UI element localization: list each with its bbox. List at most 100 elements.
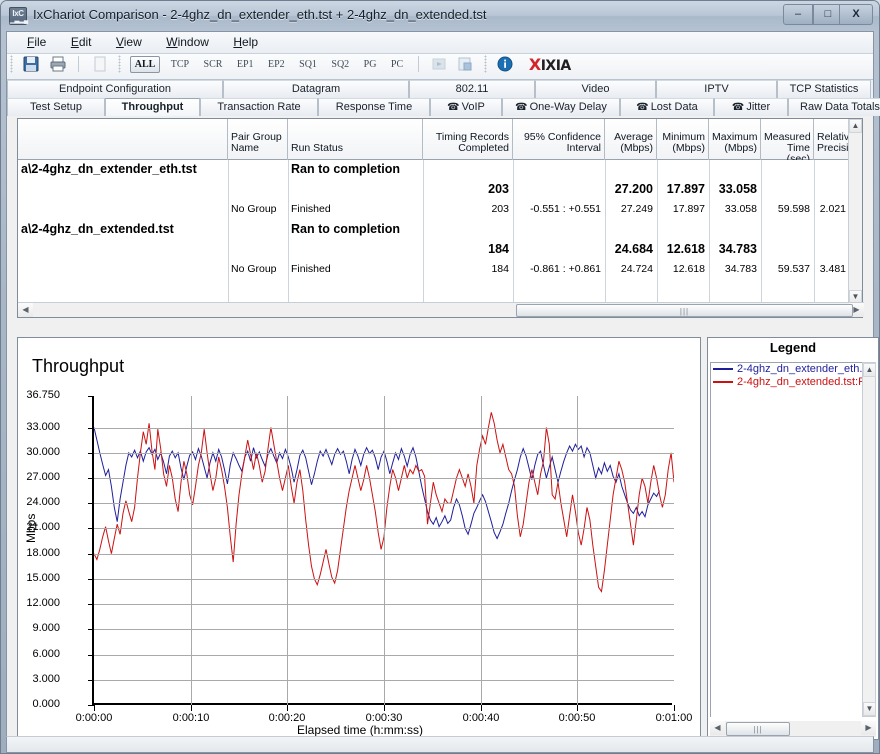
tab-video[interactable]: Video	[535, 80, 656, 98]
run-icon[interactable]	[429, 54, 449, 74]
copy-icon[interactable]	[90, 54, 110, 74]
header-line: (Mbps)	[620, 142, 653, 154]
grid-header-row: Pair Group Name Run Status Timing Records Co…	[18, 119, 860, 165]
filter-ep2[interactable]: EP2	[264, 57, 289, 72]
filter-ep1[interactable]: EP1	[233, 57, 258, 72]
tab-test-setup[interactable]: Test Setup	[7, 98, 105, 116]
table-row[interactable]: a\2-4ghz_dn_extended.tst Ran to completio…	[18, 220, 850, 240]
legend-vertical-scrollbar[interactable]: ▲ ▼	[862, 362, 876, 717]
toolbar-gripper-3[interactable]	[483, 55, 487, 73]
info-icon[interactable]	[495, 54, 515, 74]
legend-scroll-up-arrow[interactable]: ▲	[863, 363, 876, 377]
legend-title: Legend	[769, 340, 817, 355]
phone-icon: ☎	[636, 102, 649, 113]
grid-header-average[interactable]: Average (Mbps)	[605, 119, 657, 160]
grid-header-name[interactable]	[18, 119, 228, 160]
table-row[interactable]: No Group Finished 184 -0.861 : +0.861 24.724…	[18, 260, 850, 280]
tab-802-11[interactable]: 802.11	[409, 80, 535, 98]
legend-item[interactable]: 2-4ghz_dn_extender_eth.t	[711, 363, 862, 376]
chart-y-tick	[88, 554, 94, 555]
filter-pg[interactable]: PG	[360, 57, 381, 72]
legend-horizontal-scrollbar[interactable]: ◀ ▶ |||	[710, 721, 876, 737]
tab-transaction-rate[interactable]: Transaction Rate	[200, 98, 318, 116]
grid-scroll-up-arrow[interactable]: ▲	[849, 119, 862, 133]
tab-throughput[interactable]: Throughput	[105, 98, 200, 116]
save-icon[interactable]	[21, 54, 41, 74]
grid-header-pair_group[interactable]: Pair Group Name	[228, 119, 288, 160]
tab-voip[interactable]: ☎ VoIP	[430, 98, 502, 116]
grid-cell-average: 27.200	[614, 182, 653, 196]
menu-help[interactable]: Help	[223, 32, 268, 54]
grid-header-run_status[interactable]: Run Status	[288, 119, 423, 160]
chart-y-tick	[88, 629, 94, 630]
tab-one-way-delay[interactable]: ☎ One-Way Delay	[502, 98, 620, 116]
print-icon[interactable]	[48, 54, 68, 74]
chart-y-tick-label: 9.000	[32, 622, 60, 634]
tab-response-time[interactable]: Response Time	[318, 98, 430, 116]
table-row[interactable]: 184 24.684 12.618 34.783	[18, 240, 850, 260]
tab-endpoint-configuration[interactable]: Endpoint Configuration	[7, 80, 223, 98]
chart-y-tick-label: 33.000	[26, 421, 60, 433]
grid-header-measured_time[interactable]: Measured Time (sec)	[761, 119, 814, 165]
toolbar-gripper-2[interactable]	[118, 55, 122, 73]
tab-label: Transaction Rate	[217, 101, 301, 113]
chart-y-tick-label: 6.000	[32, 648, 60, 660]
grid-scroll-left-arrow[interactable]: ◀	[18, 303, 33, 317]
legend-item[interactable]: 2-4ghz_dn_extended.tst:F	[711, 376, 862, 389]
grid-header-timing_records[interactable]: Timing Records Completed	[423, 119, 513, 160]
export-icon[interactable]	[455, 54, 475, 74]
grid-header-maximum[interactable]: Maximum (Mbps)	[709, 119, 761, 160]
tab-iptv[interactable]: IPTV	[656, 80, 777, 98]
chart-y-tick	[88, 655, 94, 656]
minimize-button[interactable]: –	[783, 4, 813, 25]
filter-all[interactable]: ALL	[129, 55, 161, 73]
chart-plot-area[interactable]: 0.000 3.000 6.000 9.000 12.000 15.000 18.000 21…	[26, 390, 692, 725]
grid-header-confidence[interactable]: 95% Confidence Interval	[513, 119, 605, 160]
legend-scroll-right-arrow[interactable]: ▶	[861, 721, 876, 735]
menu-file[interactable]: File	[17, 32, 56, 54]
legend-scroll-down-arrow[interactable]: ▼	[863, 702, 876, 716]
header-line: Name	[231, 142, 260, 154]
filter-sq1[interactable]: SQ1	[295, 57, 321, 72]
close-button[interactable]: X	[839, 4, 873, 25]
chart-y-tick	[88, 396, 94, 397]
grid-header-minimum[interactable]: Minimum (Mbps)	[657, 119, 709, 160]
legend-item-label: 2-4ghz_dn_extended.tst:F	[737, 376, 862, 388]
filter-scr[interactable]: SCR	[200, 57, 227, 72]
grid-vertical-scrollbar[interactable]: ▲ ▼	[848, 119, 862, 304]
legend-scroll-left-arrow[interactable]: ◀	[710, 721, 725, 735]
menu-window[interactable]: Window	[156, 32, 219, 54]
chart-y-tick	[88, 428, 94, 429]
grid-hscroll-thumb[interactable]: |||	[516, 304, 853, 317]
grid-cell-maximum: 34.783	[718, 242, 757, 256]
phone-icon: ☎	[515, 102, 528, 113]
grid-cell-relative_precision: 2.021	[819, 203, 846, 215]
grid-header-relative_precision[interactable]: Relative Precision	[814, 119, 860, 160]
filter-pc[interactable]: PC	[387, 57, 407, 72]
grid-horizontal-scrollbar[interactable]: ◀ ▶ |||	[18, 302, 864, 317]
header-line: Interval	[566, 142, 601, 154]
grid-cell-pair_group: No Group	[231, 263, 277, 275]
chart-y-tick-label: 3.000	[32, 673, 60, 685]
tab-lost-data[interactable]: ☎ Lost Data	[620, 98, 714, 116]
toolbar-gripper[interactable]	[10, 55, 13, 73]
table-row[interactable]: a\2-4ghz_dn_extender_eth.tst Ran to compl…	[18, 160, 850, 180]
tab-label: Test Setup	[30, 101, 82, 113]
chart-title: Throughput	[32, 356, 125, 376]
table-row[interactable]: No Group Finished 203 -0.551 : +0.551 27.249…	[18, 200, 850, 220]
grid-cell-maximum: 33.058	[724, 203, 757, 215]
tab-raw-data-totals[interactable]: Raw Data Totals	[788, 98, 880, 116]
filter-sq2[interactable]: SQ2	[327, 57, 353, 72]
tab-datagram[interactable]: Datagram	[223, 80, 409, 98]
tab-jitter[interactable]: ☎ Jitter	[714, 98, 788, 116]
tab-tcp-statistics[interactable]: TCP Statistics	[777, 80, 871, 98]
toolbar-separator-2	[417, 56, 419, 72]
filter-tcp[interactable]: TCP	[167, 57, 193, 72]
chart-y-tick-label: 30.000	[26, 446, 60, 458]
legend-hscroll-thumb[interactable]: |||	[726, 722, 790, 736]
chart-y-tick-label: 12.000	[26, 597, 60, 609]
grid-cell-relative_precision: 3.481	[819, 263, 846, 275]
menu-view[interactable]: View	[106, 32, 152, 54]
table-row[interactable]: 203 27.200 17.897 33.058	[18, 180, 850, 200]
menu-edit[interactable]: Edit	[61, 32, 102, 54]
